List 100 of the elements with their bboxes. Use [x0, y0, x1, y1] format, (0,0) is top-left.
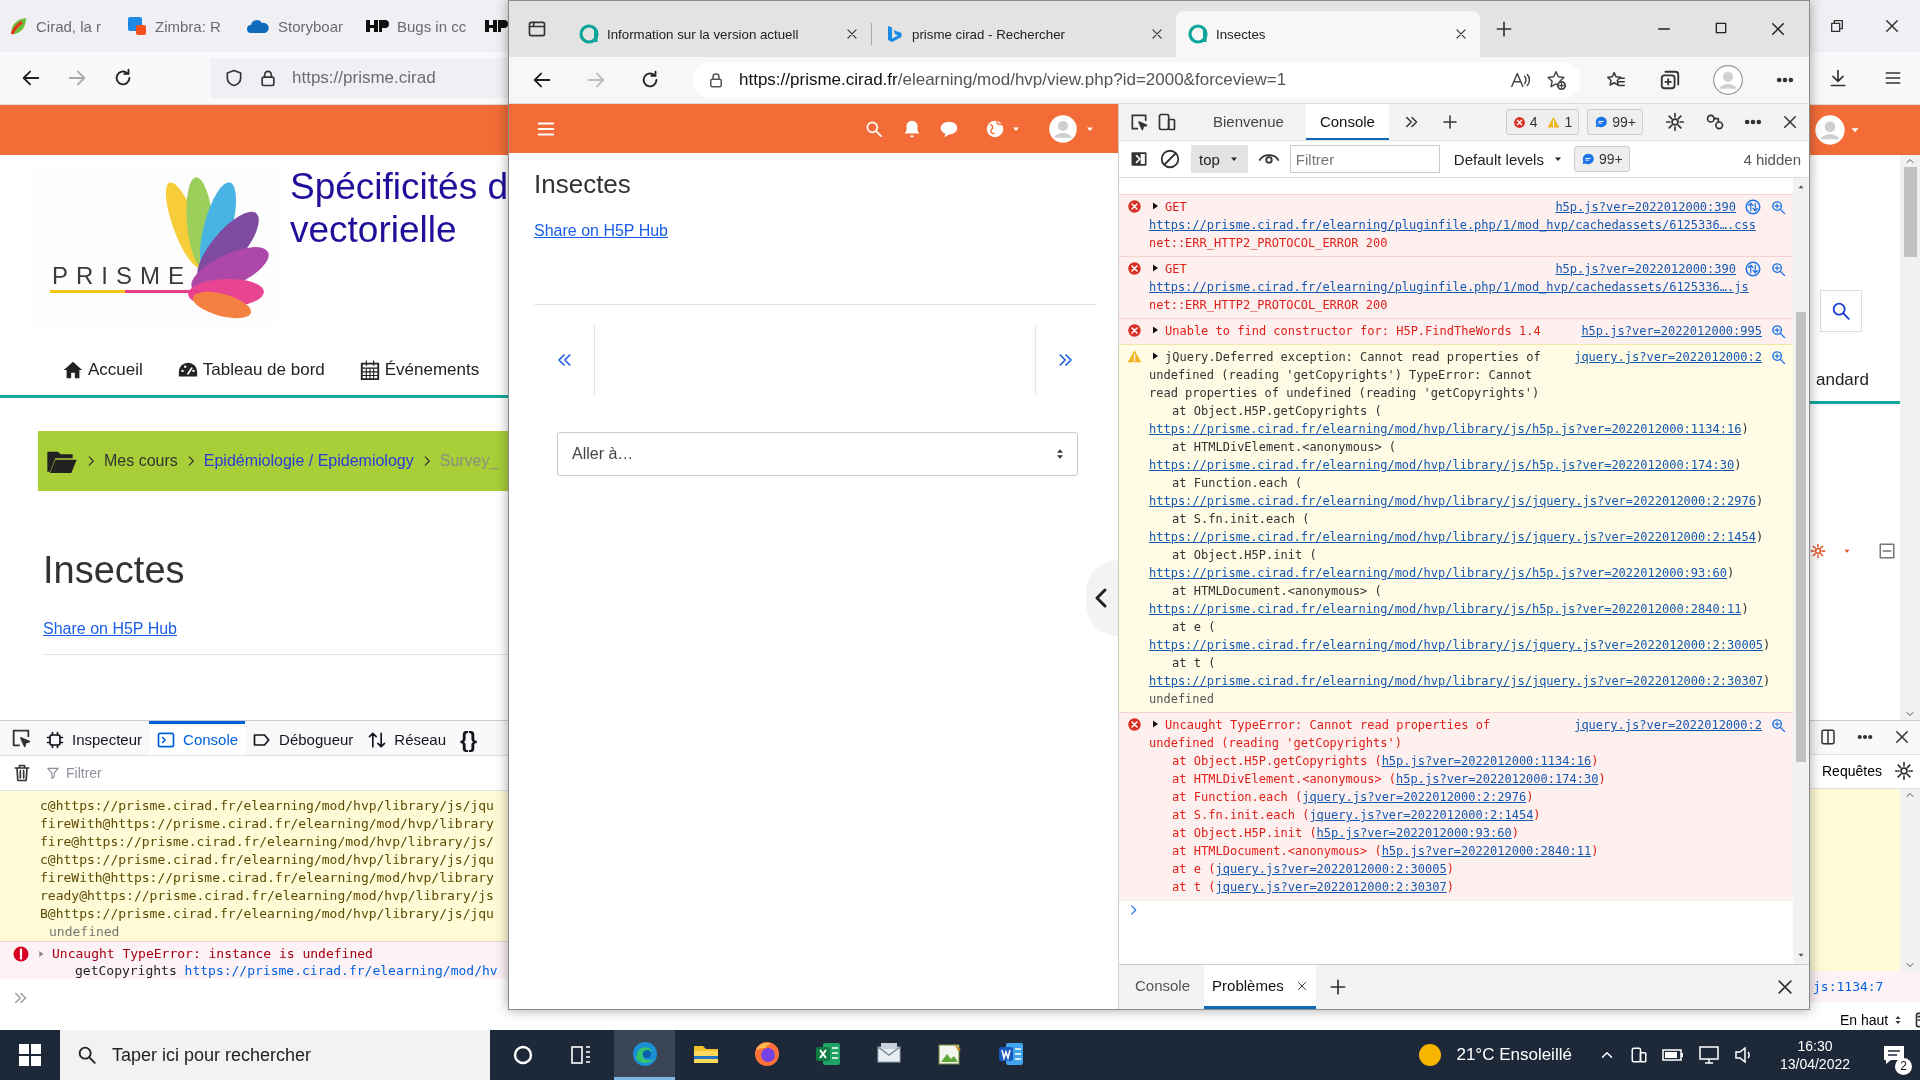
devtools-tab[interactable]: Inspecteur — [38, 721, 150, 755]
device-icon[interactable] — [1157, 112, 1177, 132]
browser-tab[interactable]: Insectes — [1176, 11, 1480, 57]
url-field[interactable]: https://prisme.cirad — [210, 58, 508, 98]
monitor-icon[interactable] — [1697, 1045, 1720, 1065]
clock[interactable]: 16:30 13/04/2022 — [1779, 1037, 1850, 1073]
notification-button[interactable]: 2 — [1874, 1033, 1914, 1077]
trash-icon[interactable] — [12, 763, 32, 783]
stack-link[interactable]: jquery.js?ver=2022012000:2:1454 — [1309, 806, 1534, 824]
filter-option[interactable]: Requêtes — [1822, 763, 1882, 780]
drawer-tab[interactable]: Problèmes — [1204, 965, 1316, 1009]
settings-icon[interactable] — [1665, 112, 1685, 132]
levels-select[interactable]: Default levels — [1453, 150, 1564, 168]
message-link[interactable]: https://prisme.cirad.fr/elearning/pluginfile.php/1/mod_hvp/cachedassets/6125336….js — [1149, 278, 1749, 296]
source-link[interactable]: h5p.js?ver=2022012000:390 — [1555, 198, 1736, 216]
scroll-mode-option[interactable]: En haut — [1840, 1012, 1889, 1028]
scrollbar-thumb[interactable] — [1903, 167, 1917, 257]
connect-icon[interactable] — [1705, 112, 1725, 132]
clear-icon[interactable] — [1159, 148, 1181, 170]
stack-link[interactable]: jquery.js?ver=2022012000:2:30307 — [1215, 878, 1447, 896]
message-counter[interactable]: 99+ — [1587, 109, 1643, 135]
stack-link[interactable]: jquery.js?ver=2022012000:2:2976 — [1302, 788, 1527, 806]
close-tab-icon[interactable] — [1454, 27, 1468, 41]
stack-link[interactable]: h5p.js?ver=2022012000:2840:11 — [1381, 842, 1592, 860]
restore-icon[interactable] — [1829, 18, 1845, 34]
dock-icon[interactable] — [1819, 728, 1838, 747]
stack-link[interactable]: https://prisme.cirad.fr/elearning/mod/hvp/library/js/h5p.js?ver=2022012000:2840:11 — [1149, 600, 1742, 618]
devtools-tab[interactable]: Débogueur — [245, 721, 361, 755]
context-select[interactable]: top — [1191, 145, 1248, 173]
close-tab-icon[interactable] — [1150, 27, 1164, 41]
message-counter[interactable]: 99+ — [1573, 146, 1630, 172]
devtools-tab[interactable]: {} — [453, 721, 485, 755]
maximize-icon[interactable] — [1713, 20, 1729, 36]
add-tab-icon[interactable] — [1440, 113, 1459, 131]
browser-tab[interactable]: Cirad, la r — [0, 0, 119, 52]
devtools-tab[interactable]: Bienvenue — [1199, 104, 1298, 140]
profile-icon[interactable] — [1713, 65, 1743, 95]
windows-icon[interactable] — [19, 1044, 41, 1066]
message-link[interactable]: https://prisme.cirad.fr/elearning/pluginfile.php/1/mod_hvp/cachedassets/6125336….css — [1149, 216, 1756, 234]
close-icon[interactable] — [1883, 17, 1901, 35]
nav-link[interactable]: Tableau de bord — [202, 360, 325, 380]
battery-icon[interactable] — [1661, 1048, 1684, 1062]
breadcrumb-link[interactable]: Epidémiologie / Epidemiology — [203, 452, 414, 470]
search-button[interactable] — [1820, 290, 1862, 332]
inspect-icon[interactable] — [1129, 112, 1149, 132]
stack-link[interactable]: https://prisme.cirad.fr/elearning/mod/hvp/library/js/jquery.js?ver=2022012000:2:30005 — [1149, 636, 1764, 654]
jump-select[interactable]: Aller à… — [557, 432, 1078, 476]
new-tab-icon[interactable] — [1494, 19, 1514, 39]
close-tab-icon[interactable] — [1295, 979, 1308, 992]
scrollbar-thumb[interactable] — [1796, 312, 1806, 762]
issue-counter[interactable]: 4 1 — [1505, 109, 1580, 135]
network-icon[interactable] — [1744, 260, 1762, 278]
stack-link[interactable]: https://prisme.cirad.fr/elearning/mod/hvp/library/js/jquery.js?ver=2022012000:2:1454 — [1149, 528, 1756, 546]
devtools-tab[interactable]: Réseau — [360, 721, 454, 755]
network-icon[interactable] — [1744, 198, 1762, 216]
close-icon[interactable] — [1781, 113, 1799, 131]
sidebar-icon[interactable] — [1129, 149, 1149, 169]
close-drawer-icon[interactable] — [1775, 977, 1795, 997]
stack-link[interactable]: h5p.js?ver=2022012000:1134:16 — [1381, 752, 1592, 770]
zoom-icon[interactable] — [1770, 198, 1787, 216]
share-link[interactable]: Share on H5P Hub — [534, 222, 668, 240]
close-tab-icon[interactable] — [845, 27, 859, 41]
stack-link[interactable]: https://prisme.cirad.fr/elearning/mod/hv — [184, 963, 498, 978]
calendar-icon[interactable] — [358, 359, 381, 381]
task-view-icon[interactable] — [570, 1044, 592, 1066]
cortana-icon[interactable] — [512, 1044, 534, 1066]
tab-actions-icon[interactable] — [527, 19, 547, 39]
add-favorite-icon[interactable] — [1545, 69, 1567, 91]
stack-link[interactable]: https://prisme.cirad.fr/elearning/mod/hvp/library/js/h5p.js?ver=2022012000:1134:16 — [1149, 420, 1742, 438]
avatar-icon[interactable] — [1814, 114, 1846, 146]
collections-icon[interactable] — [1659, 69, 1681, 91]
browser-tab[interactable]: Information sur la version actuell — [567, 11, 871, 57]
stack-link[interactable]: https://prisme.cirad.fr/elearning/mod/hvp/library/js/jquery.js?ver=2022012000:2:2976 — [1149, 492, 1756, 510]
stack-link[interactable]: https://prisme.cirad.fr/elearning/mod/hvp/library/js/jquery.js?ver=2022012000:2:30307 — [1149, 672, 1764, 690]
share-link[interactable]: Share on H5P Hub — [43, 620, 177, 638]
source-link[interactable]: jquery.js?ver=2022012000:2 — [1574, 716, 1762, 734]
collapse-icon[interactable] — [1878, 542, 1896, 560]
stack-link[interactable]: jquery.js?ver=2022012000:2:30005 — [1215, 860, 1447, 878]
drawer-tab[interactable]: Console — [1127, 965, 1199, 1009]
browser-tab[interactable]: prisme cirad - Rechercher — [872, 11, 1176, 57]
browser-tab[interactable]: Bugs in cc — [357, 0, 476, 52]
device-icon[interactable] — [1629, 1046, 1648, 1064]
home-icon[interactable] — [62, 359, 84, 381]
zoom-icon[interactable] — [1770, 322, 1787, 340]
filter-field[interactable]: Filtrer — [1289, 145, 1440, 173]
search-field[interactable]: Taper ici pour rechercher — [60, 1030, 490, 1080]
stack-link[interactable]: https://prisme.cirad.fr/elearning/mod/hvp/library/js/h5p.js?ver=2022012000:93:60 — [1149, 564, 1727, 582]
stack-link[interactable]: https://prisme.cirad.fr/elearning/mod/hvp/library/js/h5p.js?ver=2022012000:174:30 — [1149, 456, 1735, 474]
source-link[interactable]: h5p.js?ver=2022012000:995 — [1581, 322, 1762, 340]
devtools-tab[interactable]: Console — [149, 721, 246, 755]
zoom-icon[interactable] — [1770, 716, 1787, 734]
nav-link[interactable]: Événements — [384, 360, 480, 380]
browser-tab[interactable]: Zimbra: R — [119, 0, 238, 52]
source-link[interactable]: js:1134:7 — [1810, 971, 1920, 1002]
zoom-icon[interactable] — [1770, 348, 1787, 366]
breadcrumb-link[interactable]: Mes cours — [104, 452, 178, 470]
stack-link[interactable]: h5p.js?ver=2022012000:174:30 — [1396, 770, 1599, 788]
devtools-tab[interactable]: Console — [1305, 104, 1389, 140]
source-link[interactable]: h5p.js?ver=2022012000:390 — [1555, 260, 1736, 278]
avatar-icon[interactable] — [1048, 113, 1078, 144]
